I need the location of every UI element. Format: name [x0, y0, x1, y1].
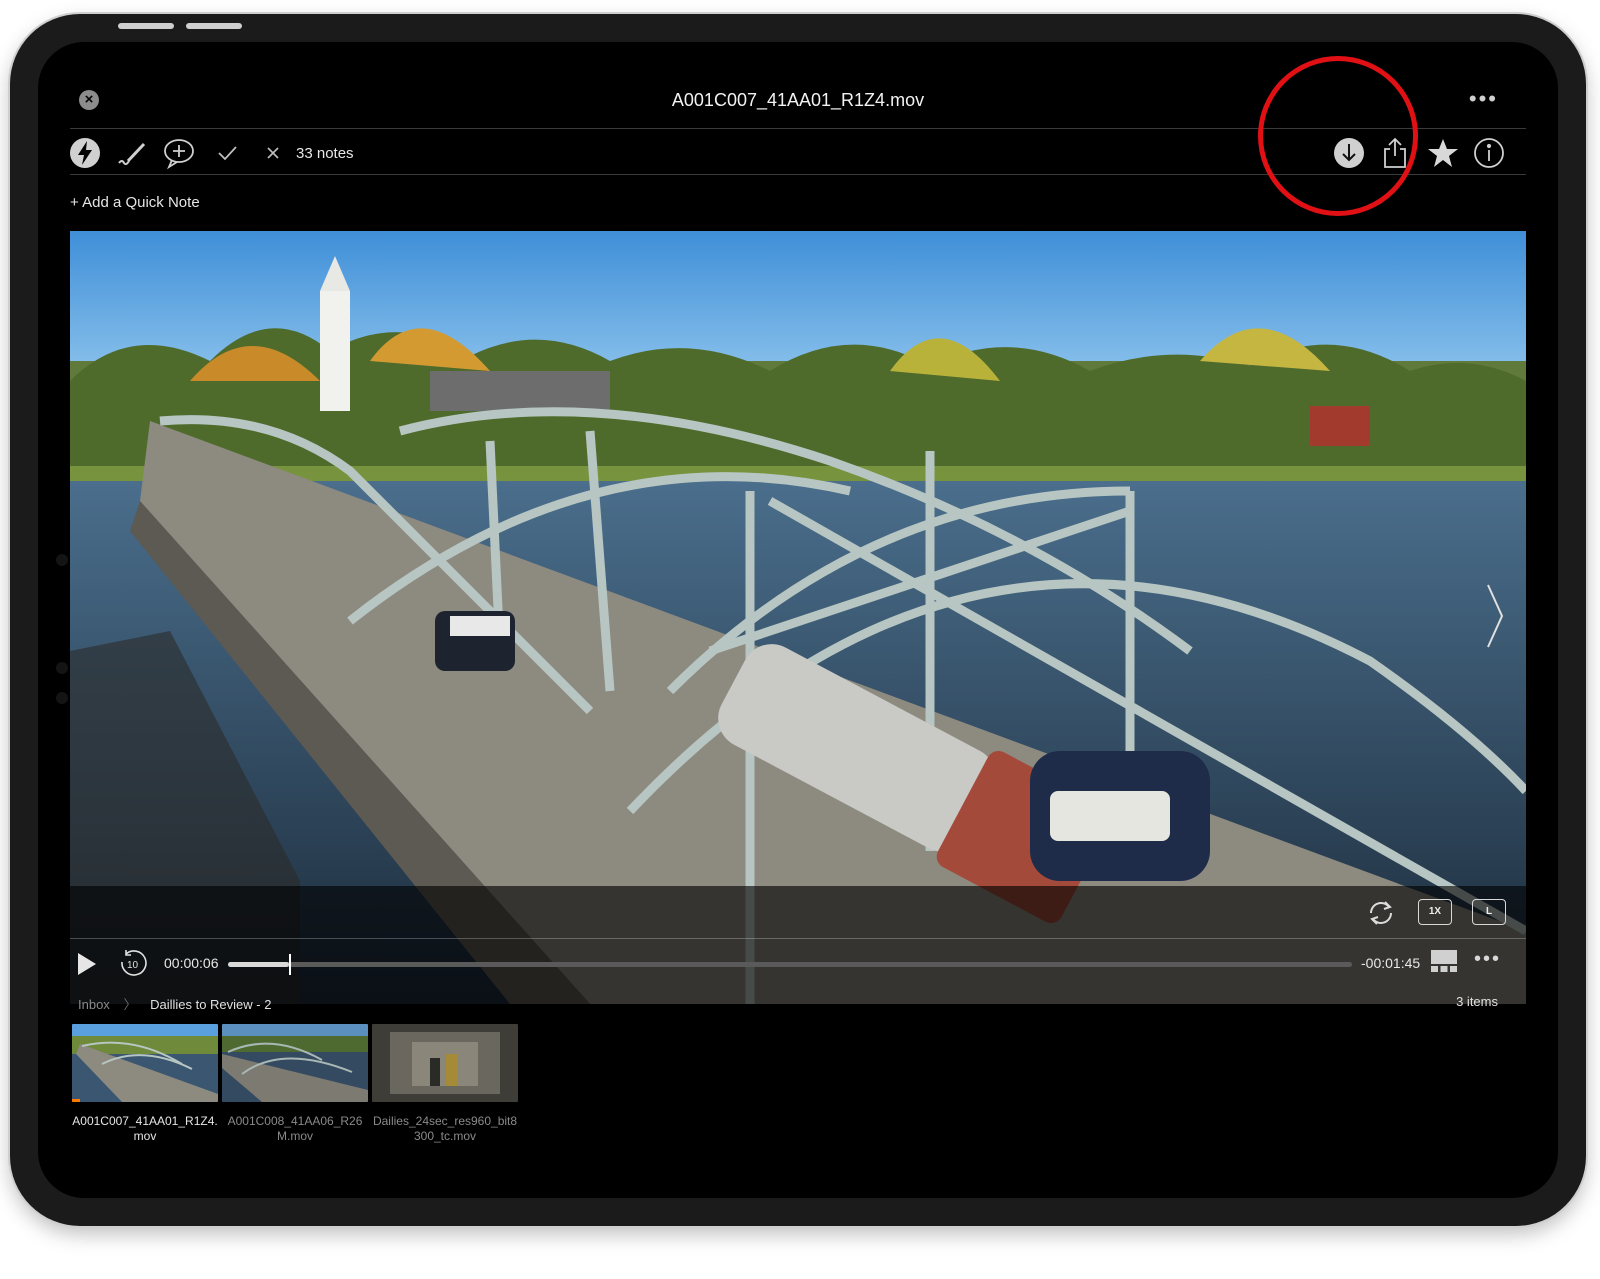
camera-dot [56, 554, 68, 566]
add-quick-note-button[interactable]: + Add a Quick Note [70, 194, 200, 211]
pencil-icon [118, 142, 146, 166]
video-player[interactable]: 1X L 10 00:00:06 -00:01:45 ••• [70, 231, 1526, 1004]
rewind-10-button[interactable]: 10 [118, 948, 148, 978]
lightning-icon [70, 138, 100, 168]
asset-thumbnail[interactable]: A001C007_41AA01_R1Z4.mov [72, 1024, 218, 1144]
quick-actions-button[interactable] [68, 136, 102, 170]
asset-thumbnail[interactable]: A001C008_41AA06_R26M.mov [222, 1024, 368, 1144]
layout-button[interactable]: L [1472, 899, 1506, 925]
close-icon [267, 147, 279, 159]
thumbnail-label: A001C008_41AA06_R26M.mov [227, 1114, 363, 1143]
thumbnail-label: Dailies_24sec_res960_bit8300_tc.mov [372, 1114, 518, 1143]
info-button[interactable] [1472, 136, 1506, 170]
rewind-label: 10 [127, 960, 139, 971]
breadcrumb-inbox[interactable]: Inbox [78, 997, 110, 1012]
notes-count[interactable]: 33 notes [296, 145, 354, 162]
play-icon [78, 953, 96, 975]
asset-thumbnail[interactable]: Dailies_24sec_res960_bit8300_tc.mov [372, 1024, 518, 1144]
playback-controls: 1X L 10 00:00:06 -00:01:45 ••• [70, 886, 1526, 1004]
rewind-10-icon: 10 [121, 950, 147, 976]
filmstrip-icon [1431, 950, 1457, 972]
loop-button[interactable] [1366, 898, 1396, 928]
next-asset-button[interactable] [1484, 581, 1506, 651]
scrubber-progress [228, 962, 289, 967]
current-time: 00:00:06 [164, 955, 219, 971]
favorite-button[interactable] [1426, 136, 1460, 170]
add-comment-button[interactable] [162, 136, 196, 170]
add-comment-icon [164, 139, 194, 170]
reject-button[interactable] [256, 136, 290, 170]
items-count: 3 items [1456, 994, 1498, 1009]
thumbnail-image [222, 1024, 368, 1102]
playhead[interactable] [288, 954, 291, 975]
annotation-highlight-circle [1258, 56, 1418, 216]
scrubber[interactable] [228, 954, 1352, 975]
chevron-right-icon [1487, 584, 1504, 648]
remaining-time: -00:01:45 [1361, 955, 1421, 971]
camera-dot [56, 662, 68, 674]
volume-button [118, 23, 174, 29]
info-icon [1474, 138, 1504, 168]
filmstrip-button[interactable] [1430, 948, 1458, 974]
checkmark-icon [218, 146, 237, 161]
breadcrumb-current-folder: Daillies to Review - 2 [150, 997, 272, 1012]
thumbnail-image [72, 1024, 218, 1102]
volume-button [186, 23, 242, 29]
playback-speed-button[interactable]: 1X [1418, 899, 1452, 925]
thumbnail-label: A001C007_41AA01_R1Z4.mov [72, 1114, 218, 1143]
breadcrumb: Inbox 〉 Daillies to Review - 2 [78, 994, 271, 1013]
approve-button[interactable] [210, 136, 244, 170]
player-more-button[interactable]: ••• [1474, 948, 1501, 971]
star-icon [1428, 139, 1458, 167]
draw-button[interactable] [116, 136, 150, 170]
camera-dot [56, 692, 68, 704]
thumbnail-image [372, 1024, 518, 1102]
breadcrumb-separator: 〉 [123, 997, 137, 1012]
loop-icon [1370, 901, 1392, 925]
more-options-button[interactable]: ••• [1469, 86, 1498, 112]
divider [70, 938, 1526, 939]
play-button[interactable] [76, 951, 98, 977]
